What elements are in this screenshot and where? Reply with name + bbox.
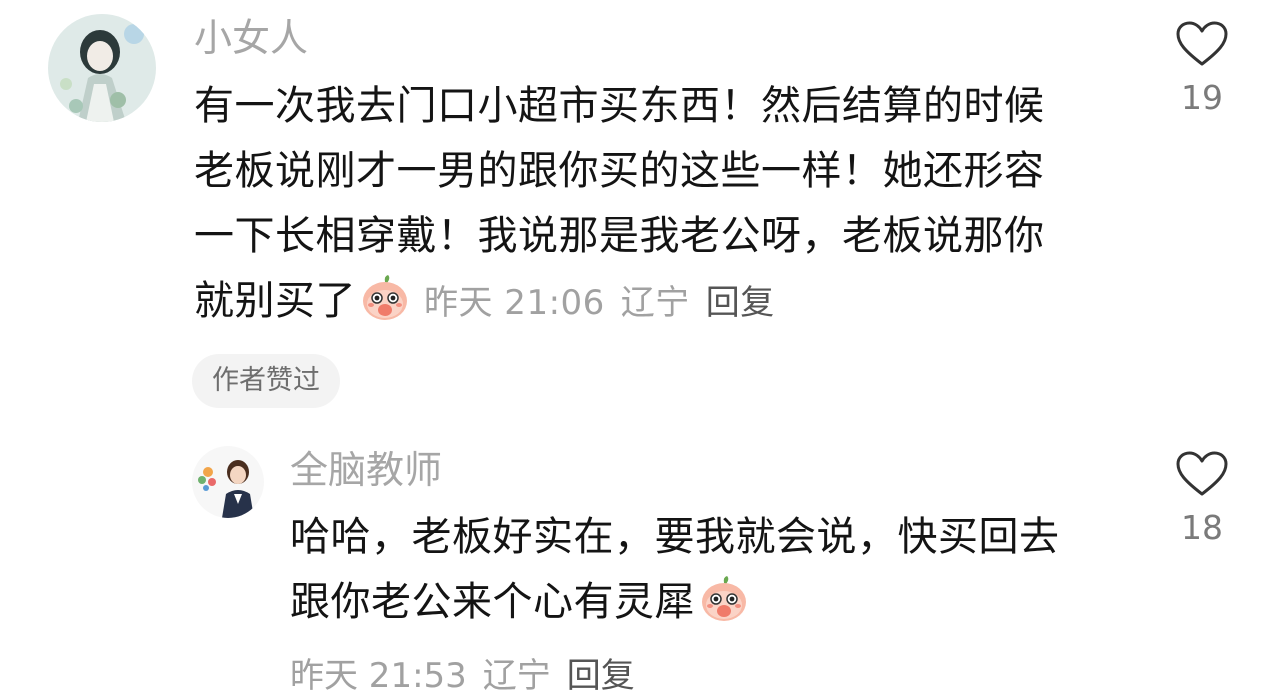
- comment-last-line: 就别买了 昨天 21:06 辽宁 回复: [194, 269, 1045, 342]
- avatar[interactable]: [48, 14, 156, 122]
- comment-meta: 昨天 21:53 辽宁 回复: [290, 648, 635, 697]
- author-liked-badge: 作者赞过: [192, 354, 340, 408]
- comment-line: 老板说刚才一男的跟你买的这些一样！她还形容: [194, 148, 1045, 194]
- username[interactable]: 小女人: [194, 16, 308, 60]
- comment-text: 有一次我去门口小超市买东西！然后结算的时候 老板说刚才一男的跟你买的这些一样！她…: [194, 74, 1045, 342]
- comment-last-line: 跟你老公来个心有灵犀: [290, 570, 1060, 643]
- comment-time: 昨天 21:06: [424, 283, 605, 323]
- comment-line: 就别买了: [194, 278, 356, 324]
- shy-peach-emoji-icon: [360, 274, 410, 342]
- comment-line: 有一次我去门口小超市买东西！然后结算的时候: [194, 83, 1045, 129]
- like-count: 18: [1181, 508, 1223, 547]
- comment-text: 哈哈，老板好实在，要我就会说，快买回去 跟你老公来个心有灵犀: [290, 505, 1060, 643]
- username[interactable]: 全脑教师: [290, 448, 442, 492]
- avatar[interactable]: [192, 446, 264, 518]
- comment-line: 一下长相穿戴！我说那是我老公呀，老板说那你: [194, 213, 1045, 259]
- like-button[interactable]: 19: [1162, 20, 1242, 118]
- comment-line: 跟你老公来个心有灵犀: [290, 579, 695, 625]
- comment-location: 辽宁: [482, 656, 551, 696]
- comment-time: 昨天 21:53: [290, 656, 467, 696]
- shy-peach-emoji-icon: [699, 575, 749, 643]
- comment-meta: 昨天 21:06 辽宁 回复: [424, 283, 775, 323]
- comment-location: 辽宁: [620, 283, 690, 323]
- reply-button[interactable]: 回复: [567, 656, 635, 696]
- like-count: 19: [1181, 78, 1223, 117]
- like-button[interactable]: 18: [1162, 450, 1242, 548]
- comment-line: 哈哈，老板好实在，要我就会说，快买回去: [290, 514, 1060, 560]
- reply-button[interactable]: 回复: [706, 283, 775, 323]
- heart-outline-icon: [1176, 451, 1228, 496]
- heart-outline-icon: [1176, 21, 1228, 66]
